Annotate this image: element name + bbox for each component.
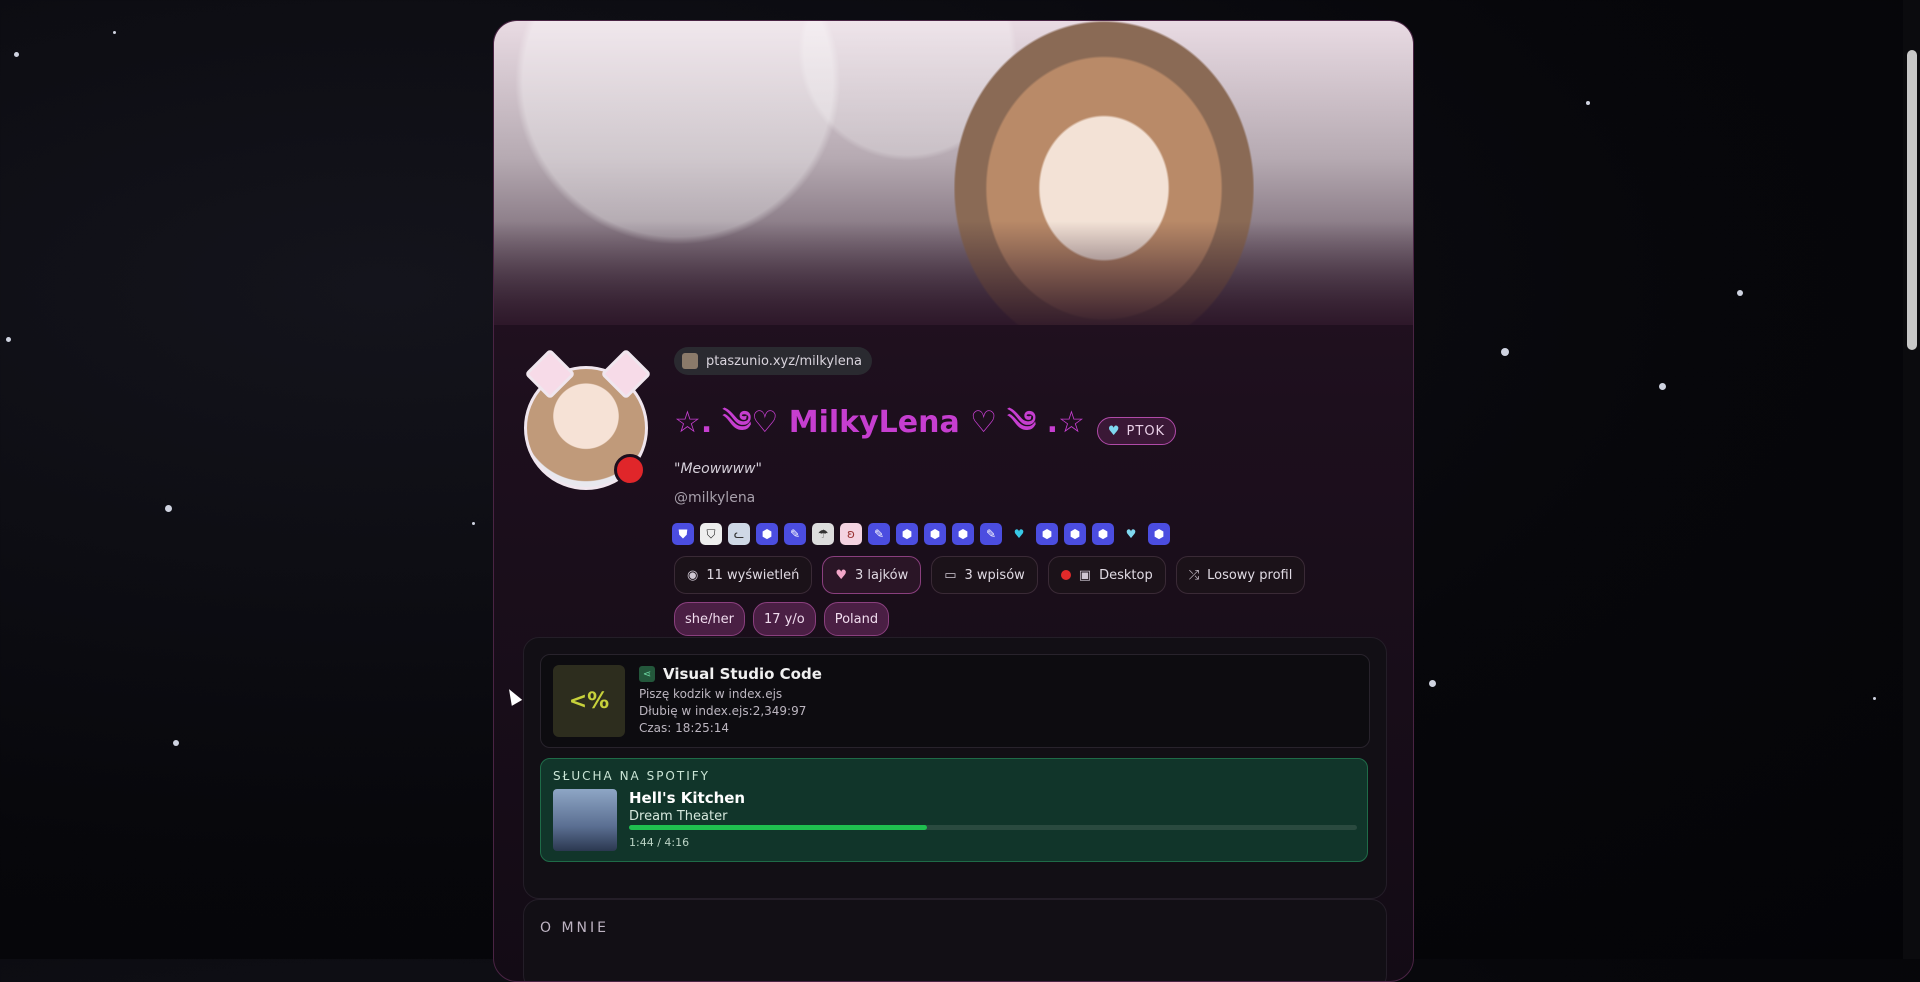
activity-app-name: Visual Studio Code	[663, 665, 822, 683]
badge-row: ⛊ ⛉ ᓚ ⬢ ✎ ☂ ʚ ✎ ⬢ ⬢ ⬢ ✎ ♥ ⬢ ⬢ ⬢ ♥ ⬢	[672, 523, 1170, 545]
star	[173, 740, 179, 746]
age-pill: 17 y/o	[752, 602, 816, 636]
hex-icon[interactable]: ⬢	[896, 523, 918, 545]
views-stat[interactable]: ◉ 11 wyświetleń	[674, 556, 813, 594]
track-progress-bar	[629, 825, 1357, 830]
likes-label: 3 lajków	[854, 567, 909, 583]
hex-icon[interactable]: ⬢	[924, 523, 946, 545]
heart-icon[interactable]: ♥	[1120, 523, 1142, 545]
posts-button[interactable]: ▭ 3 wpisów	[931, 556, 1038, 594]
mushroom-icon[interactable]: ☂	[812, 523, 834, 545]
activity-time: Czas: 18:25:14	[639, 721, 730, 735]
cat-icon[interactable]: ᓚ	[728, 523, 750, 545]
record-icon	[1060, 570, 1071, 580]
activity-state: Dłubię w index.ejs:2,349:97	[639, 704, 807, 718]
album-cover[interactable]	[553, 789, 617, 851]
heart-icon[interactable]: ♥	[1008, 523, 1030, 545]
about-header: O MNIE	[540, 920, 609, 936]
track-title[interactable]: Hell's Kitchen	[629, 789, 745, 807]
profile-quote: "Meowwww"	[674, 461, 762, 477]
star	[6, 337, 11, 342]
country-pill: Poland	[823, 602, 890, 636]
profile-url-pill[interactable]: ptaszunio.xyz/milkylena	[674, 347, 872, 375]
status-indicator	[614, 454, 646, 486]
info-pills: she/her 17 y/o Poland	[674, 602, 890, 636]
hex-icon[interactable]: ⬢	[952, 523, 974, 545]
bunny-icon[interactable]: ʚ	[840, 523, 862, 545]
star	[165, 505, 172, 512]
profile-handle: @milkylena	[674, 490, 756, 506]
shield-icon[interactable]: ⛉	[700, 523, 722, 545]
random-profile-button[interactable]: ⤮ Losowy profil	[1175, 556, 1306, 594]
device-label: Desktop	[1099, 567, 1153, 583]
hex-icon[interactable]: ⬢	[756, 523, 778, 545]
random-profile-label: Losowy profil	[1207, 567, 1293, 583]
star	[1429, 680, 1436, 687]
scrollbar-thumb[interactable]	[1907, 50, 1917, 350]
activity-image: <%	[553, 665, 625, 737]
hex-icon[interactable]: ⬢	[1036, 523, 1058, 545]
tag-badge[interactable]: ♥ PTOK	[1096, 417, 1177, 445]
likes-button[interactable]: ♥ 3 lajków	[822, 556, 922, 594]
star	[1737, 290, 1743, 296]
shuffle-icon: ⤮	[1188, 567, 1200, 583]
hex-icon[interactable]: ⬢	[1064, 523, 1086, 545]
star	[1873, 697, 1876, 700]
track-progress-fill	[629, 825, 928, 830]
star	[14, 52, 19, 57]
vscode-icon: ⋖	[639, 666, 655, 682]
posts-label: 3 wpisów	[964, 567, 1025, 583]
profile-banner	[494, 21, 1413, 325]
views-label: 11 wyświetleń	[706, 567, 800, 583]
star	[1586, 101, 1590, 105]
profile-card: ptaszunio.xyz/milkylena ☆. ༄♡ MilkyLena …	[493, 20, 1414, 982]
activity-details: Piszę kodzik w index.ejs	[639, 687, 783, 701]
activity-panel: <% ⋖ Visual Studio Code Piszę kodzik w i…	[523, 637, 1387, 899]
pencil-icon[interactable]: ✎	[868, 523, 890, 545]
device-status[interactable]: ▣ Desktop	[1047, 556, 1166, 594]
track-time: 1:44 / 4:16	[629, 836, 690, 849]
monitor-icon: ▣	[1078, 567, 1092, 583]
page-scrollbar[interactable]	[1903, 0, 1920, 959]
comment-icon: ▭	[944, 567, 957, 583]
star	[472, 522, 475, 525]
star	[113, 31, 116, 34]
pronouns-pill: she/her	[674, 602, 745, 636]
profile-url: ptaszunio.xyz/milkylena	[706, 353, 862, 369]
shield-icon[interactable]: ⛊	[672, 523, 694, 545]
pencil-icon[interactable]: ✎	[784, 523, 806, 545]
star	[1659, 383, 1666, 390]
stats-row: ◉ 11 wyświetleń ♥ 3 lajków ▭ 3 wpisów ▣ …	[674, 556, 1306, 594]
tag-label: PTOK	[1126, 423, 1166, 439]
pencil-icon[interactable]: ✎	[980, 523, 1002, 545]
hex-icon[interactable]: ⬢	[1092, 523, 1114, 545]
eye-icon: ◉	[687, 567, 699, 583]
spotify-activity: SŁUCHA NA SPOTIFY Hell's Kitchen Dream T…	[540, 758, 1368, 862]
favicon-icon	[682, 353, 698, 369]
about-section: O MNIE	[523, 899, 1387, 981]
star	[1501, 348, 1509, 356]
vscode-activity: <% ⋖ Visual Studio Code Piszę kodzik w i…	[540, 654, 1370, 748]
spotify-header: SŁUCHA NA SPOTIFY	[553, 769, 710, 783]
heart-icon: ♥	[835, 567, 847, 583]
track-artist[interactable]: Dream Theater	[629, 809, 727, 824]
hex-icon[interactable]: ⬢	[1148, 523, 1170, 545]
heart-icon: ♥	[1107, 423, 1121, 439]
avatar[interactable]	[524, 348, 652, 490]
